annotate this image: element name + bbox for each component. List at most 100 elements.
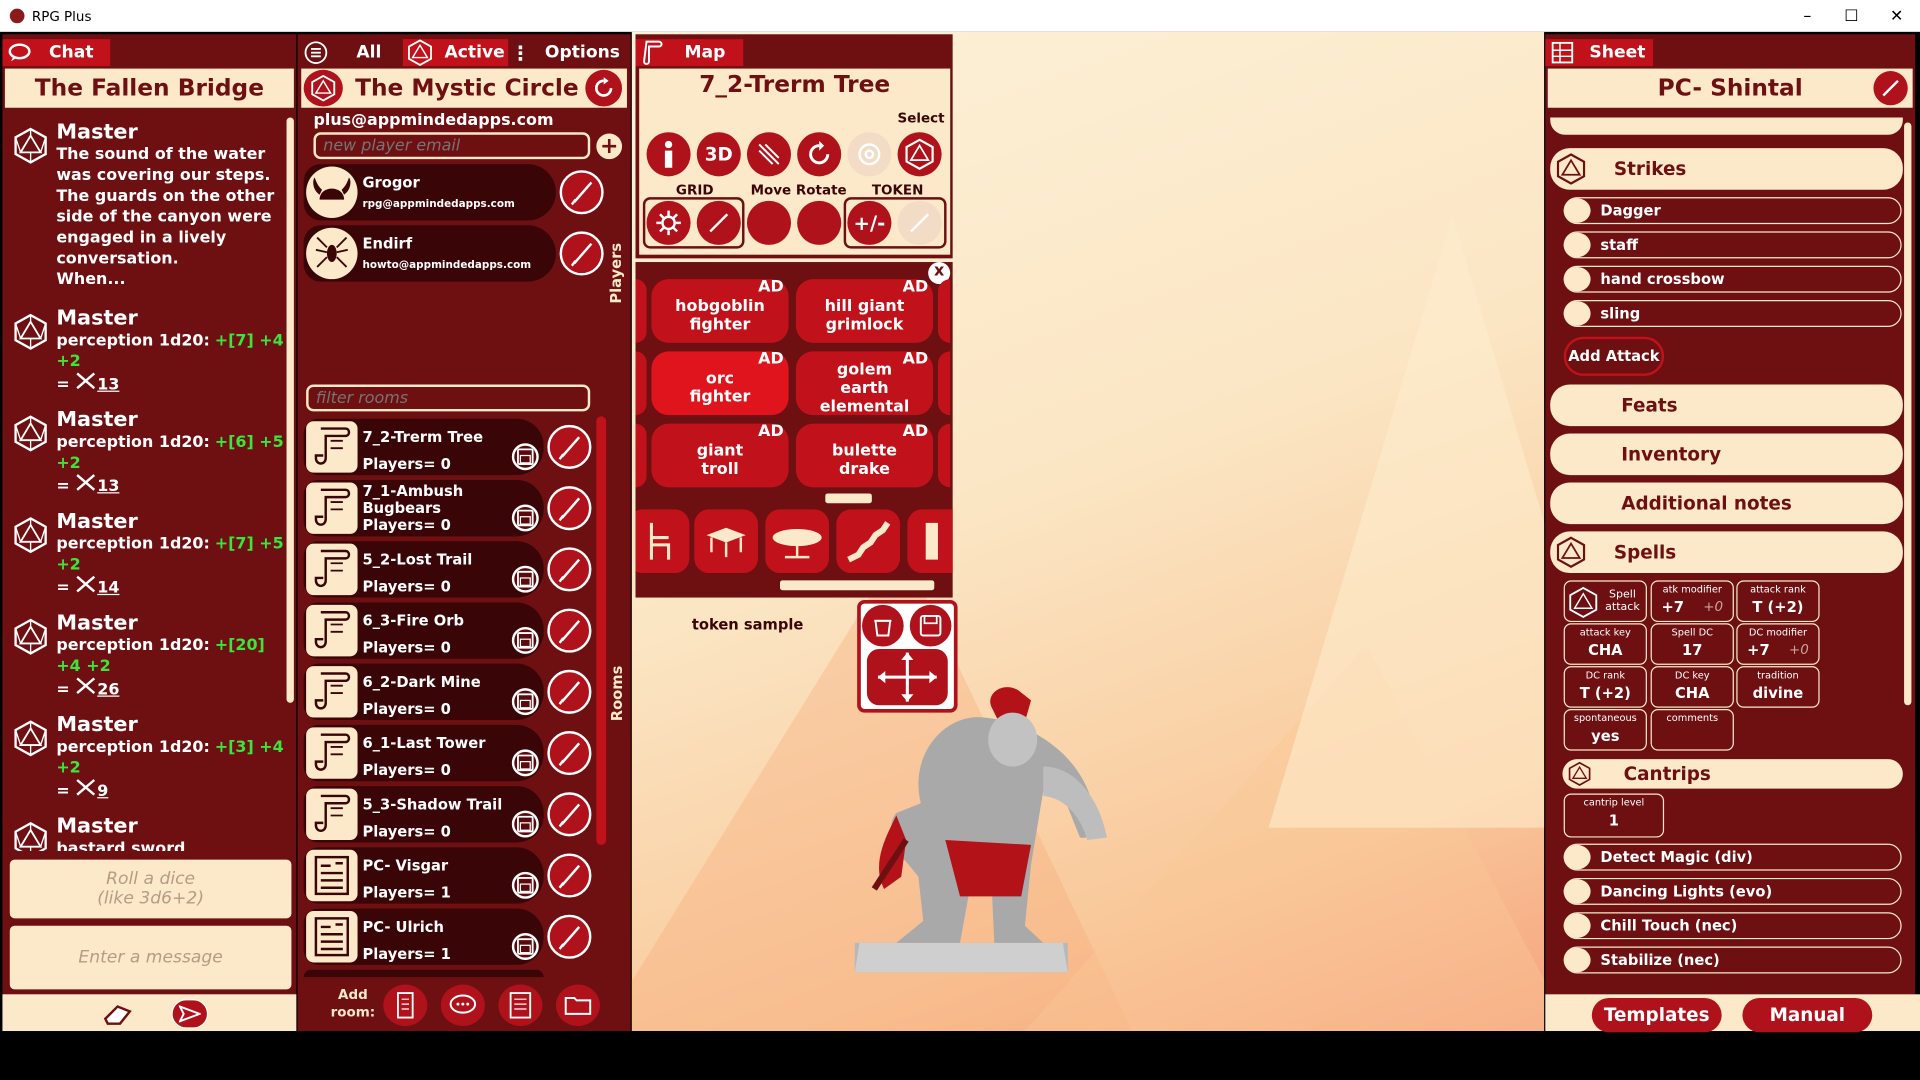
- monster-token[interactable]: ADgolemearth elemental: [796, 351, 933, 415]
- add-player-button[interactable]: +: [596, 133, 622, 159]
- edit-room-button[interactable]: [547, 853, 591, 897]
- save-room-icon[interactable]: [512, 688, 539, 715]
- spell-stat-field[interactable]: traditiondivine: [1736, 666, 1819, 708]
- table-token[interactable]: [694, 509, 758, 573]
- attack-row[interactable]: hand crossbow: [1564, 266, 1902, 293]
- rotate-toggle[interactable]: [797, 201, 841, 245]
- furniture-scrollbar[interactable]: [780, 580, 934, 590]
- token-size-button[interactable]: +/-: [847, 201, 891, 245]
- cantrip-cast-toggle[interactable]: [1564, 879, 1591, 903]
- room-row[interactable]: 6_3-Fire OrbPlayers= 0: [304, 602, 544, 658]
- spell-stat-field[interactable]: Spell attack: [1564, 580, 1647, 622]
- edit-room-button[interactable]: [547, 609, 591, 653]
- save-room-icon[interactable]: [512, 749, 539, 776]
- stairs-token[interactable]: [836, 509, 900, 573]
- select-d20-button[interactable]: [898, 132, 942, 176]
- cantrip-row[interactable]: Stabilize (nec): [1564, 947, 1902, 974]
- attack-row[interactable]: staff: [1564, 231, 1902, 258]
- tab-active[interactable]: Active: [403, 39, 508, 66]
- filter-rooms-input[interactable]: [306, 384, 590, 411]
- save-room-icon[interactable]: [512, 443, 539, 470]
- dice-input[interactable]: Roll a dice (like 3d6+2): [7, 857, 294, 921]
- room-row[interactable]: PC- UlrichPlayers= 1: [304, 909, 544, 965]
- chat-scrollbar[interactable]: [287, 118, 294, 703]
- rotate-view-button[interactable]: [797, 132, 841, 176]
- attack-row[interactable]: Dagger: [1564, 197, 1902, 224]
- monster-token-partial-right[interactable]: [938, 424, 950, 488]
- edit-room-button[interactable]: [547, 792, 591, 836]
- monster-token[interactable]: ADgianttroll: [651, 424, 788, 488]
- edit-room-button[interactable]: [547, 486, 591, 530]
- target-button[interactable]: [847, 132, 891, 176]
- token-edit-button[interactable]: [898, 201, 942, 245]
- grid-settings-button[interactable]: [647, 201, 691, 245]
- spell-stat-field[interactable]: Spell DC17: [1651, 623, 1734, 665]
- monster-token-partial-left[interactable]: [636, 279, 647, 343]
- room-row[interactable]: 5_3-Shadow TrailPlayers= 0: [304, 786, 544, 842]
- new-player-email-input[interactable]: [313, 132, 590, 159]
- save-room-icon[interactable]: [512, 933, 539, 960]
- tab-options[interactable]: ⋮ Options: [511, 39, 631, 66]
- spell-stat-field[interactable]: attack keyCHA: [1564, 623, 1647, 665]
- monster-token[interactable]: ADhill giantgrimlock: [796, 279, 933, 343]
- save-room-icon[interactable]: [512, 504, 539, 531]
- attack-roll-toggle[interactable]: [1564, 267, 1591, 291]
- rooms-scrollbar[interactable]: [596, 416, 606, 845]
- tab-sheet[interactable]: Sheet: [1545, 39, 1653, 66]
- room-row[interactable]: 6_2-Dark MinePlayers= 0: [304, 664, 544, 720]
- tab-map[interactable]: Map: [636, 39, 744, 66]
- edit-room-button[interactable]: [547, 425, 591, 469]
- edit-player-button[interactable]: [560, 231, 604, 275]
- cantrip-cast-toggle[interactable]: [1564, 948, 1591, 972]
- sheet-edit-icon[interactable]: [1873, 71, 1907, 105]
- inventory-section[interactable]: Inventory: [1550, 433, 1903, 475]
- room-row[interactable]: PC- VisgarPlayers= 1: [304, 847, 544, 903]
- room-row[interactable]: 7_1-Ambush BugbearsPlayers= 0: [304, 480, 544, 536]
- save-room-icon[interactable]: [512, 627, 539, 654]
- spell-stat-field[interactable]: DC modifier+7+0: [1736, 623, 1819, 665]
- grid-edit-button[interactable]: [697, 201, 741, 245]
- save-room-icon[interactable]: [512, 566, 539, 593]
- spell-stat-field[interactable]: DC rankT (+2): [1564, 666, 1647, 708]
- picker-page-indicator[interactable]: [825, 493, 872, 503]
- edit-room-button[interactable]: [547, 731, 591, 775]
- add-attack-button[interactable]: Add Attack: [1564, 337, 1664, 376]
- spell-stat-field[interactable]: spontaneousyes: [1564, 709, 1647, 751]
- add-sheet-room-button[interactable]: [498, 984, 542, 1026]
- cantrips-section[interactable]: Cantrips: [1562, 759, 1902, 788]
- attack-roll-toggle[interactable]: [1564, 301, 1591, 325]
- edit-room-button[interactable]: [547, 547, 591, 591]
- sheet-scrollbar[interactable]: [1904, 122, 1911, 705]
- monster-token-partial-left[interactable]: [636, 424, 647, 488]
- add-folder-room-button[interactable]: [556, 984, 600, 1026]
- maximize-button[interactable]: ☐: [1828, 0, 1875, 32]
- strikes-section[interactable]: Strikes: [1550, 148, 1903, 190]
- round-table-token[interactable]: [765, 509, 829, 573]
- info-button[interactable]: [647, 132, 691, 176]
- manual-button[interactable]: Manual: [1742, 998, 1872, 1032]
- add-scroll-room-button[interactable]: [383, 984, 427, 1026]
- room-row[interactable]: 6_1-Last TowerPlayers= 0: [304, 725, 544, 781]
- templates-button[interactable]: Templates: [1592, 998, 1722, 1032]
- wall-token[interactable]: [907, 509, 952, 573]
- room-row[interactable]: 5_2-Lost TrailPlayers= 0: [304, 541, 544, 597]
- attack-roll-toggle[interactable]: [1564, 198, 1591, 222]
- save-token-icon[interactable]: [910, 605, 952, 647]
- recycle-icon[interactable]: [862, 605, 904, 647]
- feats-section[interactable]: Feats: [1550, 384, 1903, 426]
- monster-token[interactable]: ADbulettedrake: [796, 424, 933, 488]
- spell-stat-field[interactable]: comments: [1651, 709, 1734, 751]
- room-row[interactable]: 7_2-Trerm TreePlayers= 0: [304, 419, 544, 475]
- spell-stat-field[interactable]: DC keyCHA: [1651, 666, 1734, 708]
- player-row[interactable]: Endirfhowto@appmindedapps.com: [304, 225, 556, 281]
- pin-button[interactable]: [747, 132, 791, 176]
- cantrip-row[interactable]: Detect Magic (div): [1564, 844, 1902, 871]
- edit-room-button[interactable]: [547, 915, 591, 959]
- monster-token-partial-right[interactable]: [938, 279, 950, 343]
- close-window-button[interactable]: ✕: [1873, 0, 1920, 32]
- additional-notes-section[interactable]: Additional notes: [1550, 482, 1903, 524]
- ogre-token-figure[interactable]: [847, 681, 1116, 977]
- monster-token-partial-right[interactable]: [938, 351, 950, 415]
- spell-stat-field[interactable]: atk modifier+7+0: [1651, 580, 1734, 622]
- chair-token[interactable]: [636, 509, 690, 573]
